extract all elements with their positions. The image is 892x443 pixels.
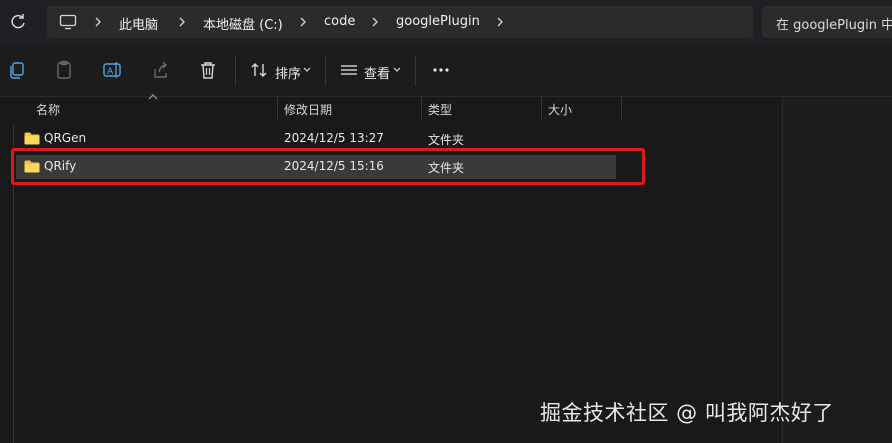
breadcrumb-this-pc[interactable]: 此电脑 [119,14,158,33]
sort-label: 排序 [275,67,302,82]
command-toolbar: A 排序 查看 [0,46,892,97]
search-placeholder: 在 googlePlugin 中 [776,18,892,33]
more-options-icon[interactable] [430,59,452,81]
address-bar[interactable]: 此电脑 本地磁盘 (C:) code googlePlugin [47,6,753,38]
chevron-right-icon[interactable] [495,17,505,27]
column-divider[interactable] [277,97,278,121]
column-header-type[interactable]: 类型 [428,101,452,118]
column-header-size[interactable]: 大小 [548,101,572,118]
sort-ascending-icon [148,94,158,100]
breadcrumb-code[interactable]: code [324,14,355,29]
file-type: 文件夹 [428,133,465,147]
refresh-icon[interactable] [8,12,28,32]
column-divider[interactable] [421,97,422,121]
column-header-name[interactable]: 名称 [36,101,60,118]
copy-icon[interactable] [6,59,28,81]
address-bar-strip: 此电脑 本地磁盘 (C:) code googlePlugin 在 google… [0,0,892,45]
column-divider[interactable] [541,97,542,121]
chevron-right-icon[interactable] [93,17,103,27]
column-header-modified[interactable]: 修改日期 [284,101,332,118]
toolbar-divider [235,56,236,86]
sort-icon [251,63,267,77]
paste-icon[interactable] [53,59,75,81]
chevron-right-icon[interactable] [177,17,187,27]
file-name: QRGen [44,131,87,145]
breadcrumb-googleplugin[interactable]: googlePlugin [396,14,480,29]
share-icon[interactable] [149,59,171,81]
view-list-icon [341,65,357,75]
folder-icon [24,132,40,145]
column-header-row: 名称 修改日期 类型 大小 [0,94,782,121]
details-pane [782,97,892,443]
column-divider[interactable] [621,97,622,121]
watermark: 掘金技术社区 @ 叫我阿杰好了 [540,401,834,425]
computer-icon [59,14,77,30]
chevron-right-icon[interactable] [370,17,380,27]
chevron-down-icon [303,67,311,72]
highlight-box [11,148,645,185]
breadcrumb-local-disk[interactable]: 本地磁盘 (C:) [203,14,283,33]
rename-icon[interactable]: A [101,59,123,81]
toolbar-divider [325,56,326,86]
file-modified: 2024/12/5 13:27 [284,131,384,145]
chevron-down-icon [393,67,401,72]
toolbar-divider [415,56,416,86]
delete-icon[interactable] [197,59,219,81]
svg-text:A: A [107,67,114,77]
view-label: 查看 [364,67,391,82]
chevron-right-icon[interactable] [298,17,308,27]
search-input[interactable]: 在 googlePlugin 中 [762,6,892,38]
